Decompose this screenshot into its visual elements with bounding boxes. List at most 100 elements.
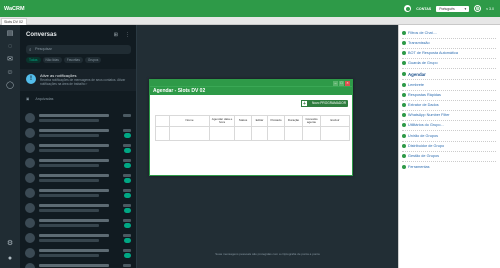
settings-icon[interactable]: ⚙ [474,5,482,12]
minimize-icon[interactable]: – [333,80,338,86]
avatar [25,143,35,153]
menu-item-whatsapp-number-filter[interactable]: WhatsApp Number Filter [402,111,450,119]
archived-row[interactable]: ▣ Arquivadas [26,97,53,101]
chat-list-item[interactable] [20,216,136,231]
maximize-icon[interactable]: □ [339,80,344,86]
notification-banner[interactable]: ! Ative as notificações Receba notificaç… [20,69,136,91]
menu-icon[interactable]: ⋮ [125,32,130,38]
unread-badge [124,148,131,153]
menu-item-ferramentas[interactable]: Ferramentas [402,163,430,171]
chat-name-placeholder [39,144,109,147]
encryption-notice: Suas mensagens pessoais são protegidas c… [215,252,320,256]
table-header-row: Nome Agendar data e hora Status Editar P… [155,115,350,127]
chat-list-item[interactable] [20,186,136,201]
schedule-table: Nome Agendar data e hora Status Editar P… [155,115,350,141]
menu-item-label: Unirão de Grupos [408,134,438,138]
menu-item-icon [402,103,406,107]
menu-divider [402,68,496,69]
settings-gear-icon[interactable]: ⚙ [5,239,15,249]
avatar [25,218,35,228]
menu-item-icon [402,83,406,87]
column-header: Editar [251,115,268,127]
language-select[interactable]: Português ▾ [436,5,470,12]
avatar [25,263,35,268]
table-cell [302,126,321,141]
filter-all[interactable]: Todas [26,57,41,63]
chats-icon[interactable]: ▤ [5,29,15,39]
status-icon[interactable]: ◌ [5,42,15,52]
communities-icon[interactable]: ☺ [5,68,15,78]
unread-badge [124,208,131,213]
menu-item-respostas-rapidas[interactable]: Respostas Rápidas [402,91,441,99]
menu-item-guarda-de-grupo[interactable]: Guarda de Grupo [402,59,438,67]
chat-filters: Todas Não lidas Favoritas Grupos [26,57,102,63]
menu-item-extrator-de-dados[interactable]: Extrator de Dados [402,101,439,109]
menu-divider [402,161,496,162]
menu-item-gestao-de-grupos[interactable]: Gestão de Grupos [402,152,439,160]
select-all-cell[interactable] [155,115,170,127]
meta-ai-icon[interactable]: ◯ [5,81,15,91]
connect-button[interactable]: CONTAS [416,7,431,11]
new-schedule-button[interactable]: + Novo PROGRAMADOR [301,100,348,107]
nav-rail: ▤ ◌ ✉ ☺ ◯ ⚙ ● [0,25,20,268]
menu-item-label: Extrator de Dados [408,103,439,107]
menu-item-label: BOT de Resposta Automática [408,51,458,55]
chat-preview-placeholder [39,224,99,227]
chat-list-item[interactable] [20,201,136,216]
menu-item-icon [402,123,406,127]
whatsapp-icon[interactable] [404,5,412,12]
chat-time-placeholder [123,144,131,147]
search-input[interactable]: ⌕ Pesquisar [26,45,131,54]
chat-list-item[interactable] [20,231,136,246]
language-value: Português [439,6,455,11]
chat-preview-placeholder [39,254,99,257]
chat-list-item[interactable] [20,111,136,126]
menu-item-icon [402,165,406,169]
chat-preview-placeholder [39,239,99,242]
chat-list-item[interactable] [20,141,136,156]
chat-preview-placeholder [39,209,99,212]
chat-time-placeholder [123,159,131,162]
menu-item-label: WhatsApp Number Filter [408,113,450,117]
chat-time-placeholder [123,129,131,132]
unread-badge [124,133,131,138]
filter-unread[interactable]: Não lidas [42,57,62,63]
menu-item-agendar[interactable]: Agendar [402,70,426,78]
menu-item-label: Distribuidor de Grupo [408,144,445,148]
close-icon[interactable]: × [345,80,350,86]
menu-item-unirao-de-grupos[interactable]: Unirão de Grupos [402,132,438,140]
chat-list-item[interactable] [20,171,136,186]
menu-item-icon [402,61,406,65]
unread-badge [124,193,131,198]
menu-item-utilitarios-do-grupo[interactable]: Utilitários do Grupo... [402,121,444,129]
filter-favorites[interactable]: Favoritas [63,57,83,63]
tab-slots[interactable]: Slots DV 02 [1,18,27,25]
menu-item-filtros-de-chat[interactable]: Filtros de Chat.... [402,29,437,37]
menu-item-distribuidor-de-grupo[interactable]: Distribuidor de Grupo [402,142,444,150]
new-chat-icon[interactable]: ⊞ [114,32,118,38]
chat-list-item[interactable] [20,126,136,141]
menu-divider [402,130,496,131]
chat-list-item[interactable] [20,156,136,171]
chat-header-actions: ⊞ ⋮ [114,32,130,38]
chat-preview-placeholder [39,179,99,182]
avatar [25,203,35,213]
profile-avatar-icon[interactable]: ● [5,254,15,264]
menu-item-bot-de-resposta-automatica[interactable]: BOT de Resposta Automática [402,49,458,57]
tab-strip: Slots DV 02 [0,17,500,25]
chat-name-placeholder [39,234,109,237]
chat-list-item[interactable] [20,261,136,268]
table-row [155,126,350,141]
dialog-title: Agendar - Slots DV 02 [150,86,352,95]
table-cell [234,126,252,141]
menu-item-transmissao[interactable]: Transmissão [402,39,430,47]
menu-item-lembrete[interactable]: Lembrete [402,81,424,89]
dialog-controls: – □ × [333,80,350,86]
new-schedule-label: Novo PROGRAMADOR [311,100,346,105]
menu-item-label: Filtros de Chat.... [408,31,437,35]
channels-icon[interactable]: ✉ [5,55,15,65]
table-cell [209,126,235,141]
unread-badge [124,253,131,258]
filter-groups[interactable]: Grupos [84,57,102,63]
chat-list-item[interactable] [20,246,136,261]
